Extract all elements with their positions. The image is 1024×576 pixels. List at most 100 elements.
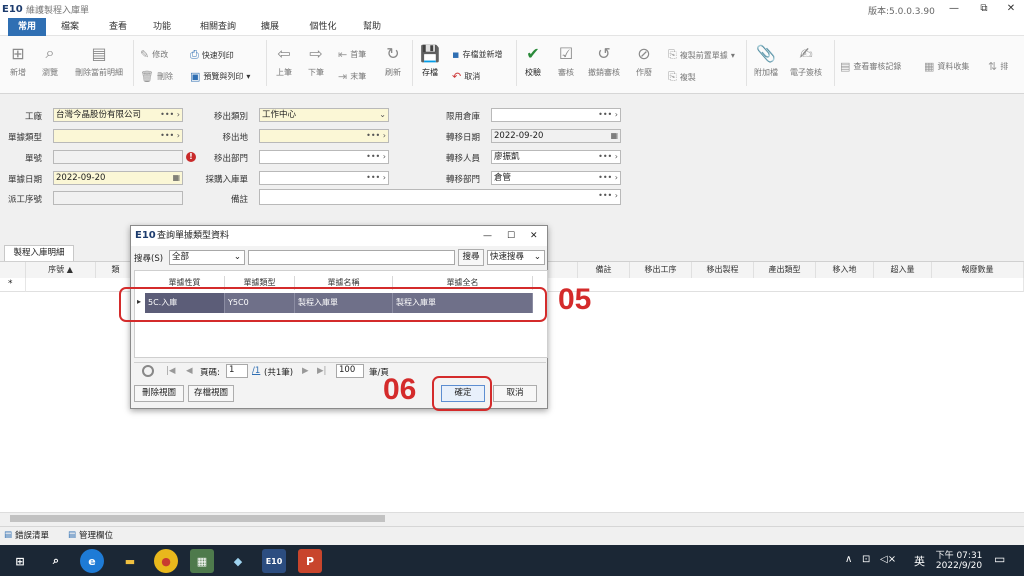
calendar-icon[interactable]: ▦ xyxy=(172,172,180,184)
move-dept-field[interactable]: ••• › xyxy=(259,150,389,164)
last-button[interactable]: ⇥ 末筆 xyxy=(338,70,366,83)
chrome-icon[interactable]: ● xyxy=(154,549,178,573)
search-icon[interactable]: ⌕ xyxy=(44,549,68,573)
delete-button[interactable]: 🗑 刪除 xyxy=(140,70,173,83)
page-input[interactable]: 1 xyxy=(226,364,248,378)
next-button[interactable]: ⇨ 下筆 xyxy=(296,42,336,78)
grid-header-move-process[interactable]: 移出製程 xyxy=(692,262,754,278)
grid-header-blank[interactable] xyxy=(548,262,578,278)
quick-search-select[interactable]: 快速搜尋 ⌄ xyxy=(487,250,545,265)
purchase-in-field[interactable]: ••• › xyxy=(259,171,389,185)
unapprove-button[interactable]: ↺ 撤銷審核 xyxy=(584,42,624,78)
calendar-icon[interactable]: ▦ xyxy=(610,130,618,142)
transfer-dept-field[interactable]: 倉管 ••• › xyxy=(491,171,621,185)
network-icon[interactable]: ⊡ xyxy=(862,554,870,565)
search-button[interactable]: 搜尋 xyxy=(458,249,484,266)
file-explorer-icon[interactable]: ▬ xyxy=(118,549,142,573)
grid-header-remark[interactable]: 備註 xyxy=(578,262,630,278)
grid-header-move-in[interactable]: 移入地 xyxy=(816,262,874,278)
view-audit-log-button[interactable]: ▤ 查看審核記錄 xyxy=(840,60,901,73)
windows-start-icon[interactable]: ⊞ xyxy=(8,549,32,573)
cancel-button[interactable]: 取消 xyxy=(493,385,537,402)
tab-view[interactable]: 查看 xyxy=(98,18,138,36)
move-type-select[interactable]: 工作中心 ⌄ xyxy=(259,108,389,122)
edge-icon[interactable]: e xyxy=(80,549,104,573)
tab-manage-fields[interactable]: ▤ 管理欄位 xyxy=(68,529,113,541)
cancel-edit-button[interactable]: ↶ 取消 xyxy=(452,70,480,83)
dialog-maximize-button[interactable]: ☐ xyxy=(507,226,515,246)
restore-button[interactable]: ⧉ xyxy=(970,0,998,18)
doc-type-field[interactable]: ••• › xyxy=(53,129,183,143)
tab-common[interactable]: 常用 xyxy=(8,18,46,36)
minimize-button[interactable]: — xyxy=(940,0,968,18)
tab-help[interactable]: 幫助 xyxy=(352,18,392,36)
prev-page-icon[interactable]: ◀ xyxy=(186,366,193,376)
tab-personalize[interactable]: 個性化 xyxy=(300,18,346,36)
calculator-icon[interactable]: ▦ xyxy=(190,549,214,573)
page-size-input[interactable]: 100 xyxy=(336,364,364,378)
search-input[interactable] xyxy=(248,250,455,265)
source-seq-field[interactable] xyxy=(53,191,183,205)
limit-warehouse-field[interactable]: ••• › xyxy=(491,108,621,122)
delete-detail-button[interactable]: ▤ 刪除當前明細 xyxy=(70,42,128,78)
quick-print-button[interactable]: ⎙ 快速列印 xyxy=(190,48,234,62)
picker-button[interactable]: ••• › xyxy=(598,109,618,121)
speaker-icon[interactable]: ◁× xyxy=(880,554,896,565)
picker-button[interactable]: ••• › xyxy=(366,172,386,184)
picker-button[interactable]: ••• › xyxy=(160,109,180,121)
doc-no-field[interactable] xyxy=(53,150,183,164)
close-window-button[interactable]: ✕ xyxy=(997,0,1024,18)
grid-header-scrap-qty[interactable]: 報廢數量 xyxy=(932,262,1024,278)
copy-button[interactable]: ⎘ 複製 xyxy=(668,70,696,84)
grid-header-over-qty[interactable]: 超入量 xyxy=(874,262,932,278)
picker-button[interactable]: ••• › xyxy=(598,190,618,202)
transfer-date-field[interactable]: 2022-09-20 ▦ xyxy=(491,129,621,143)
e10-taskbar-icon[interactable]: E10 xyxy=(262,549,286,573)
horizontal-scrollbar[interactable] xyxy=(0,512,1024,524)
notification-icon[interactable]: ▭ xyxy=(994,552,1005,566)
dialog-close-button[interactable]: ✕ xyxy=(530,226,538,246)
grid-header-output-type[interactable]: 產出類型 xyxy=(754,262,816,278)
tab-related-query[interactable]: 相關查詢 xyxy=(190,18,246,36)
chevron-up-icon[interactable]: ∧ xyxy=(845,554,852,565)
esign-button[interactable]: ✍ 電子簽核 xyxy=(786,42,826,78)
factory-field[interactable]: 台灣今晶股份有限公司 ••• › xyxy=(53,108,183,122)
tab-error-list[interactable]: ▤ 錯誤清單 xyxy=(4,529,49,541)
tab-detail[interactable]: 製程入庫明細 xyxy=(4,245,74,261)
chevron-down-icon[interactable]: ⌄ xyxy=(379,109,386,121)
first-page-icon[interactable]: |◀ xyxy=(166,366,175,376)
modify-button[interactable]: ✎ 修改 xyxy=(140,48,168,61)
total-pages-link[interactable]: /1 xyxy=(252,366,260,376)
grid-header-seq[interactable]: 序號 ▲ xyxy=(26,262,96,278)
powerpoint-icon[interactable]: P xyxy=(298,549,322,573)
copy-prev-doc-button[interactable]: ⎘ 複製前置單據 ▾ xyxy=(668,48,735,62)
clock-time[interactable]: 下午 07:31 xyxy=(934,548,984,561)
save-new-button[interactable]: ▪ 存檔並新增 xyxy=(452,48,502,61)
remark-field[interactable]: ••• › xyxy=(259,189,621,205)
approve-button[interactable]: ☑ 審核 xyxy=(546,42,586,78)
clock-date[interactable]: 2022/9/20 xyxy=(934,561,984,571)
first-button[interactable]: ⇤ 首筆 xyxy=(338,48,366,61)
doc-date-field[interactable]: 2022-09-20 ▦ xyxy=(53,171,183,185)
picker-button[interactable]: ••• › xyxy=(366,151,386,163)
tab-extension[interactable]: 擴展 xyxy=(250,18,290,36)
scrollbar-thumb[interactable] xyxy=(10,515,385,522)
transfer-person-field[interactable]: 廖振凱 ••• › xyxy=(491,150,621,164)
attachment-button[interactable]: 📎 附加檔 xyxy=(746,42,786,78)
input-language[interactable]: 英 xyxy=(914,553,925,569)
picker-button[interactable]: ••• › xyxy=(598,151,618,163)
delete-view-button[interactable]: 刪除視圖 xyxy=(134,385,184,402)
preview-print-button[interactable]: ▣ 預覽與列印 ▾ xyxy=(190,70,250,83)
last-page-icon[interactable]: ▶| xyxy=(317,366,326,376)
app-icon[interactable]: ◆ xyxy=(226,549,250,573)
grid-header-move-op[interactable]: 移出工序 xyxy=(630,262,692,278)
next-page-icon[interactable]: ▶ xyxy=(302,366,309,376)
save-button[interactable]: 💾 存檔 xyxy=(410,42,450,78)
tab-file[interactable]: 檔案 xyxy=(50,18,90,36)
browse-button[interactable]: ⌕ 瀏覽 xyxy=(30,42,70,78)
search-scope-select[interactable]: 全部 ⌄ xyxy=(169,250,245,265)
move-place-field[interactable]: ••• › xyxy=(259,129,389,143)
save-view-button[interactable]: 存檔視圖 xyxy=(188,385,234,402)
tab-function[interactable]: 功能 xyxy=(142,18,182,36)
more-button[interactable]: ⇅ 排 xyxy=(988,60,1008,73)
